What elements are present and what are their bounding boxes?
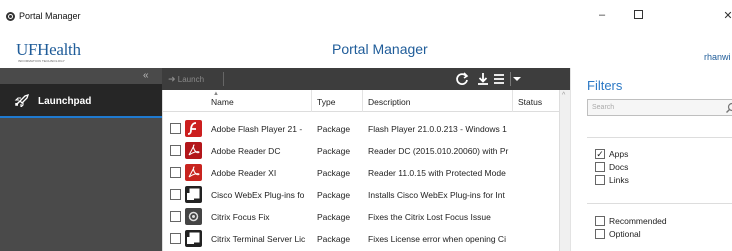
table-row[interactable]: Citrix Terminal Server Lic Package Fixes L… [163, 228, 559, 250]
filter-checkbox[interactable] [595, 162, 605, 172]
filter-checkbox[interactable] [595, 229, 605, 239]
row-checkbox[interactable] [170, 145, 181, 156]
citrix-icon [185, 208, 202, 225]
filter-checkbox[interactable] [595, 216, 605, 226]
launch-label: Launch [177, 75, 205, 84]
title-bar: Portal Manager – ✕ [0, 0, 732, 34]
table-row[interactable]: Adobe Reader DC Package Reader DC (2015.01… [163, 140, 559, 162]
user-name[interactable]: rhanwi [704, 52, 731, 62]
logo-subtitle: INFORMATION TECHNOLOGY [18, 59, 65, 63]
package-name: Citrix Terminal Server Lic [211, 234, 306, 244]
minimize-button[interactable]: – [594, 9, 610, 21]
filter-label: Docs [609, 162, 629, 172]
package-type: Package [317, 124, 351, 134]
package-type: Package [317, 168, 351, 178]
sidebar-item-label: Launchpad [38, 96, 92, 107]
close-button[interactable]: ✕ [720, 9, 732, 22]
search-input[interactable]: Search [587, 99, 732, 116]
sidebar-item-launchpad[interactable]: Launchpad [0, 84, 162, 118]
row-checkbox[interactable] [170, 123, 181, 134]
column-divider [512, 90, 513, 112]
row-checkbox[interactable] [170, 167, 181, 178]
package-name: Adobe Reader XI [211, 168, 277, 178]
table-header: ▲ Name Type Description Status [163, 90, 559, 112]
filter-label: Links [609, 175, 629, 185]
package-name: Adobe Flash Player 21 - [211, 124, 303, 134]
search-placeholder: Search [592, 104, 615, 111]
refresh-icon[interactable] [454, 71, 470, 87]
search-icon[interactable] [725, 102, 732, 114]
page-title: Portal Manager [332, 41, 428, 57]
package-icon [185, 186, 202, 203]
package-name: Cisco WebEx Plug-ins fo [211, 190, 305, 200]
table-row[interactable]: Citrix Focus Fix Package Fixes the Citrix … [163, 206, 559, 228]
toolbar-divider [223, 72, 224, 86]
download-icon[interactable] [475, 71, 491, 87]
row-checkbox[interactable] [170, 233, 181, 244]
app-icon [6, 12, 15, 21]
package-table: ▲ Name Type Description Status Adobe Fla… [162, 90, 571, 251]
filters-divider [587, 137, 732, 138]
package-description: Reader DC (2015.010.20060) with Pr [368, 146, 509, 156]
window-title: Portal Manager [19, 11, 81, 21]
app-header: UFHealth INFORMATION TECHNOLOGY Portal M… [0, 34, 732, 66]
package-type: Package [317, 146, 351, 156]
acrobat-icon [185, 164, 202, 181]
scroll-up-icon[interactable]: ^ [562, 92, 565, 99]
menu-icon[interactable] [492, 71, 508, 87]
launch-arrow-icon: ➜ [168, 74, 176, 84]
maximize-button[interactable] [634, 10, 643, 19]
package-type: Package [317, 190, 351, 200]
launch-button[interactable]: ➜ Launch [168, 74, 204, 85]
package-name: Citrix Focus Fix [211, 212, 270, 222]
filter-label: Apps [609, 149, 629, 159]
column-divider [311, 90, 312, 112]
flash-icon [185, 120, 202, 137]
filters-title: Filters [587, 78, 623, 93]
rocket-icon [14, 93, 30, 107]
logo: UFHealth [16, 40, 81, 59]
acrobat-icon [185, 142, 202, 159]
table-row[interactable]: Cisco WebEx Plug-ins fo Package Installs C… [163, 184, 559, 206]
collapse-sidebar-icon[interactable]: « [143, 70, 149, 81]
table-row[interactable]: Adobe Reader XI Package Reader 11.0.15 wit… [163, 162, 559, 184]
filters-divider [587, 203, 732, 204]
column-header-name[interactable]: Name [211, 97, 234, 107]
chevron-down-icon[interactable] [512, 71, 522, 87]
filter-checkbox[interactable]: ✓ [595, 149, 605, 159]
package-type: Package [317, 212, 351, 222]
filters-panel: Filters Search ✓ Apps Docs Links Recommende… [570, 68, 732, 251]
package-description: Fixes License error when opening Ci [368, 234, 506, 244]
toolbar-divider [510, 72, 511, 86]
row-checkbox[interactable] [170, 189, 181, 200]
column-divider [362, 90, 363, 112]
toolbar: ➜ Launch [162, 68, 570, 90]
column-header-status[interactable]: Status [518, 97, 542, 107]
package-name: Adobe Reader DC [211, 146, 281, 156]
filter-checkbox[interactable] [595, 175, 605, 185]
column-header-type[interactable]: Type [317, 97, 335, 107]
package-description: Reader 11.0.15 with Protected Mode [368, 168, 506, 178]
package-description: Installs Cisco WebEx Plug-ins for Int [368, 190, 505, 200]
filter-label: Optional [609, 229, 641, 239]
package-icon [185, 230, 202, 247]
package-description: Fixes the Citrix Lost Focus Issue [368, 212, 491, 222]
row-checkbox[interactable] [170, 211, 181, 222]
table-row[interactable]: Adobe Flash Player 21 - Package Flash Play… [163, 118, 559, 140]
filter-label: Recommended [609, 216, 667, 226]
column-header-description[interactable]: Description [368, 97, 411, 107]
sidebar: « Launchpad [0, 68, 162, 251]
package-description: Flash Player 21.0.0.213 - Windows 1 [368, 124, 507, 134]
package-type: Package [317, 234, 351, 244]
